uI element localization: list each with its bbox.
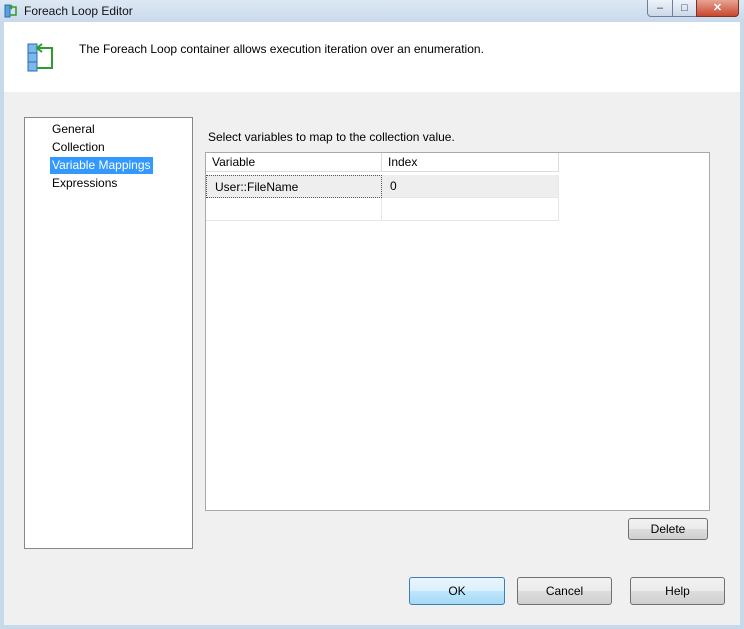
index-cell[interactable] [382,198,559,221]
page-navigation: General Collection Variable Mappings Exp… [24,117,193,549]
nav-item-variable-mappings[interactable]: Variable Mappings [50,157,153,174]
foreach-loop-icon [26,40,58,74]
mapping-prompt: Select variables to map to the collectio… [208,130,455,144]
window-frame-bottom [0,625,744,629]
variable-cell[interactable]: User::FileName [206,175,382,198]
title-bar[interactable]: Foreach Loop Editor ‒ □ ✕ [0,0,744,23]
variable-cell[interactable] [206,198,382,221]
dialog-client-area: General Collection Variable Mappings Exp… [4,92,740,625]
table-row[interactable]: User::FileName 0 [206,175,559,198]
variable-mapping-grid[interactable]: Variable Index User::FileName 0 [205,152,710,511]
window-title: Foreach Loop Editor [24,4,133,18]
maximize-button[interactable]: □ [672,0,697,17]
window-frame-right [740,22,744,625]
header-description: The Foreach Loop container allows execut… [79,42,484,56]
close-button[interactable]: ✕ [696,0,739,17]
nav-item-general[interactable]: General [50,121,97,138]
ok-button[interactable]: OK [409,577,505,605]
foreach-loop-small-icon [4,4,18,18]
grid-header-row: Variable Index [206,153,559,173]
index-cell[interactable]: 0 [382,175,559,198]
help-button[interactable]: Help [630,577,725,605]
cancel-button[interactable]: Cancel [517,577,612,605]
table-row-new[interactable] [206,198,559,221]
minimize-button[interactable]: ‒ [647,0,673,17]
column-header-variable[interactable]: Variable [206,153,382,172]
nav-item-expressions[interactable]: Expressions [50,175,119,192]
column-header-index[interactable]: Index [382,153,559,172]
editor-header: The Foreach Loop container allows execut… [4,22,740,92]
nav-item-collection[interactable]: Collection [50,139,107,156]
delete-button[interactable]: Delete [628,518,708,540]
